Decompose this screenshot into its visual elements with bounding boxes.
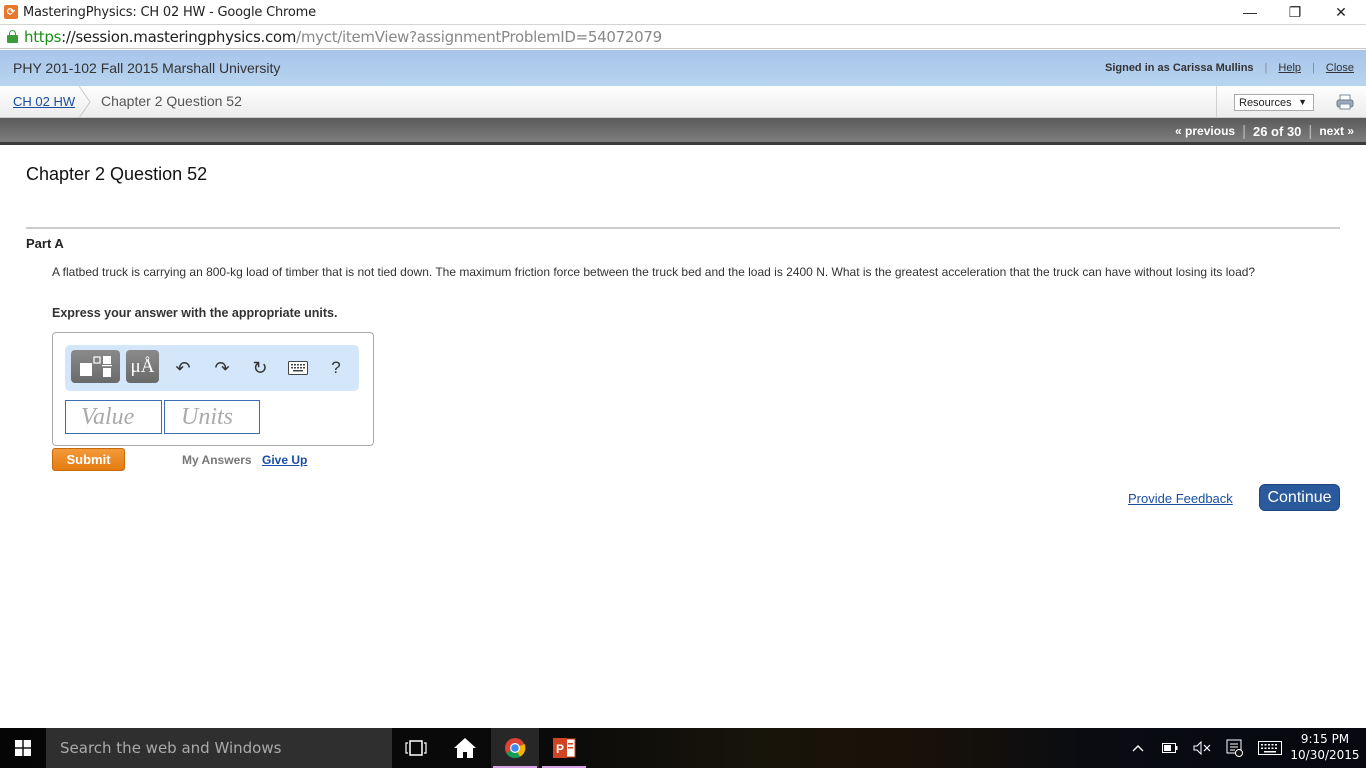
divider [1216,86,1217,118]
continue-button[interactable]: Continue [1259,484,1340,511]
close-link[interactable]: Close [1326,62,1354,74]
divider: | [1264,62,1268,74]
url-path: /myct/itemView?assignmentProblemID=54072… [296,27,662,46]
url-host: ://session.masteringphysics.com [61,27,297,46]
system-clock[interactable]: 9:15 PM 10/30/2015 [1290,731,1360,763]
powerpoint-icon: P [553,738,576,758]
give-up-link[interactable]: Give Up [262,453,307,467]
help-icon[interactable]: ? [324,356,348,380]
reset-icon[interactable]: ↻ [248,356,272,380]
notifications-icon [1226,739,1243,757]
provide-feedback-link[interactable]: Provide Feedback [1128,491,1233,506]
task-view-button[interactable] [392,728,440,768]
start-button[interactable] [0,728,46,768]
templates-button[interactable] [71,350,120,383]
breadcrumb-current: Chapter 2 Question 52 [101,93,242,109]
question-navigation-bar: « previous | 26 of 30 | next » [0,118,1366,145]
address-bar[interactable]: https://session.masteringphysics.com/myc… [0,24,1366,49]
resources-dropdown[interactable]: Resources ▼ [1234,94,1314,111]
redo-icon[interactable]: ↷ [210,356,234,380]
breadcrumb-assignment-link[interactable]: CH 02 HW [13,94,75,109]
home-icon [454,738,476,758]
units-input[interactable]: Units [164,400,260,434]
mastering-physics-favicon-icon: ⟳ [4,5,18,19]
keyboard-icon[interactable] [286,356,310,380]
taskbar-search-input[interactable]: Search the web and Windows [46,728,392,768]
browser-title-bar: ⟳ MasteringPhysics: CH 02 HW - Google Ch… [0,0,1366,24]
keyboard-icon [1258,741,1282,755]
svg-text:P: P [556,742,564,756]
volume-muted-icon [1193,741,1211,755]
value-input[interactable]: Value [65,400,162,434]
task-view-icon [405,740,427,756]
minimize-button[interactable]: — [1227,0,1273,24]
windows-logo-icon [15,740,31,756]
touch-keyboard-button[interactable] [1256,728,1284,768]
my-answers-label: My Answers [182,453,252,467]
clock-time: 9:15 PM [1300,732,1350,746]
undo-icon[interactable]: ↶ [171,356,195,380]
submit-button[interactable]: Submit [52,448,125,471]
course-name: PHY 201-102 Fall 2015 Marshall Universit… [13,60,281,76]
divider: | [1312,62,1315,74]
battery-button[interactable] [1158,728,1182,768]
url-text[interactable]: https://session.masteringphysics.com/myc… [24,28,662,46]
divider: | [1308,122,1313,140]
question-position: 26 of 30 [1252,123,1302,139]
taskbar-powerpoint-app[interactable]: P [540,728,588,768]
site-header: PHY 201-102 Fall 2015 Marshall Universit… [0,50,1366,86]
volume-button[interactable] [1190,728,1214,768]
next-link[interactable]: next » [1319,124,1354,138]
print-icon[interactable] [1336,94,1354,110]
part-title: Part A [26,236,64,251]
divider [26,227,1340,229]
math-toolbar: μÅ ↶ ↷ ↻ ? [65,345,359,391]
breadcrumb: CH 02 HW Chapter 2 Question 52 Resources… [0,86,1366,118]
show-hidden-icons-button[interactable] [1128,728,1148,768]
answer-box: μÅ ↶ ↷ ↻ ? Value Units [52,332,374,446]
url-scheme: https [24,27,62,46]
previous-link[interactable]: « previous [1175,124,1235,138]
resources-label: Resources [1239,96,1292,109]
windows-taskbar: Search the web and Windows P 9:15 PM 10/… [0,728,1366,768]
page-title: Chapter 2 Question 52 [26,164,208,184]
restore-button[interactable]: ❐ [1272,0,1318,24]
units-button[interactable]: μÅ [126,350,159,383]
chevron-up-icon [1132,745,1144,752]
window-title: MasteringPhysics: CH 02 HW - Google Chro… [23,4,316,20]
dropdown-arrow-icon: ▼ [1298,97,1307,107]
question-text: A flatbed truck is carrying an 800-kg lo… [52,265,1256,279]
breadcrumb-separator-icon [78,86,91,118]
taskbar-chrome-app[interactable] [491,728,539,768]
answer-instruction: Express your answer with the appropriate… [52,306,338,320]
taskbar-home-app[interactable] [441,728,489,768]
action-center-button[interactable] [1223,728,1247,768]
help-link[interactable]: Help [1278,62,1301,74]
templates-icon [80,356,112,377]
clock-date: 10/30/2015 [1290,748,1360,762]
battery-icon [1162,743,1178,753]
close-window-button[interactable]: ✕ [1318,0,1364,24]
divider: | [1242,122,1246,140]
signed-in-text: Signed in as Carissa Mullins [1104,62,1254,74]
user-bar: Signed in as Carissa Mullins | Help | Cl… [1105,50,1354,86]
secure-lock-icon [7,30,18,43]
chrome-icon [505,738,526,759]
